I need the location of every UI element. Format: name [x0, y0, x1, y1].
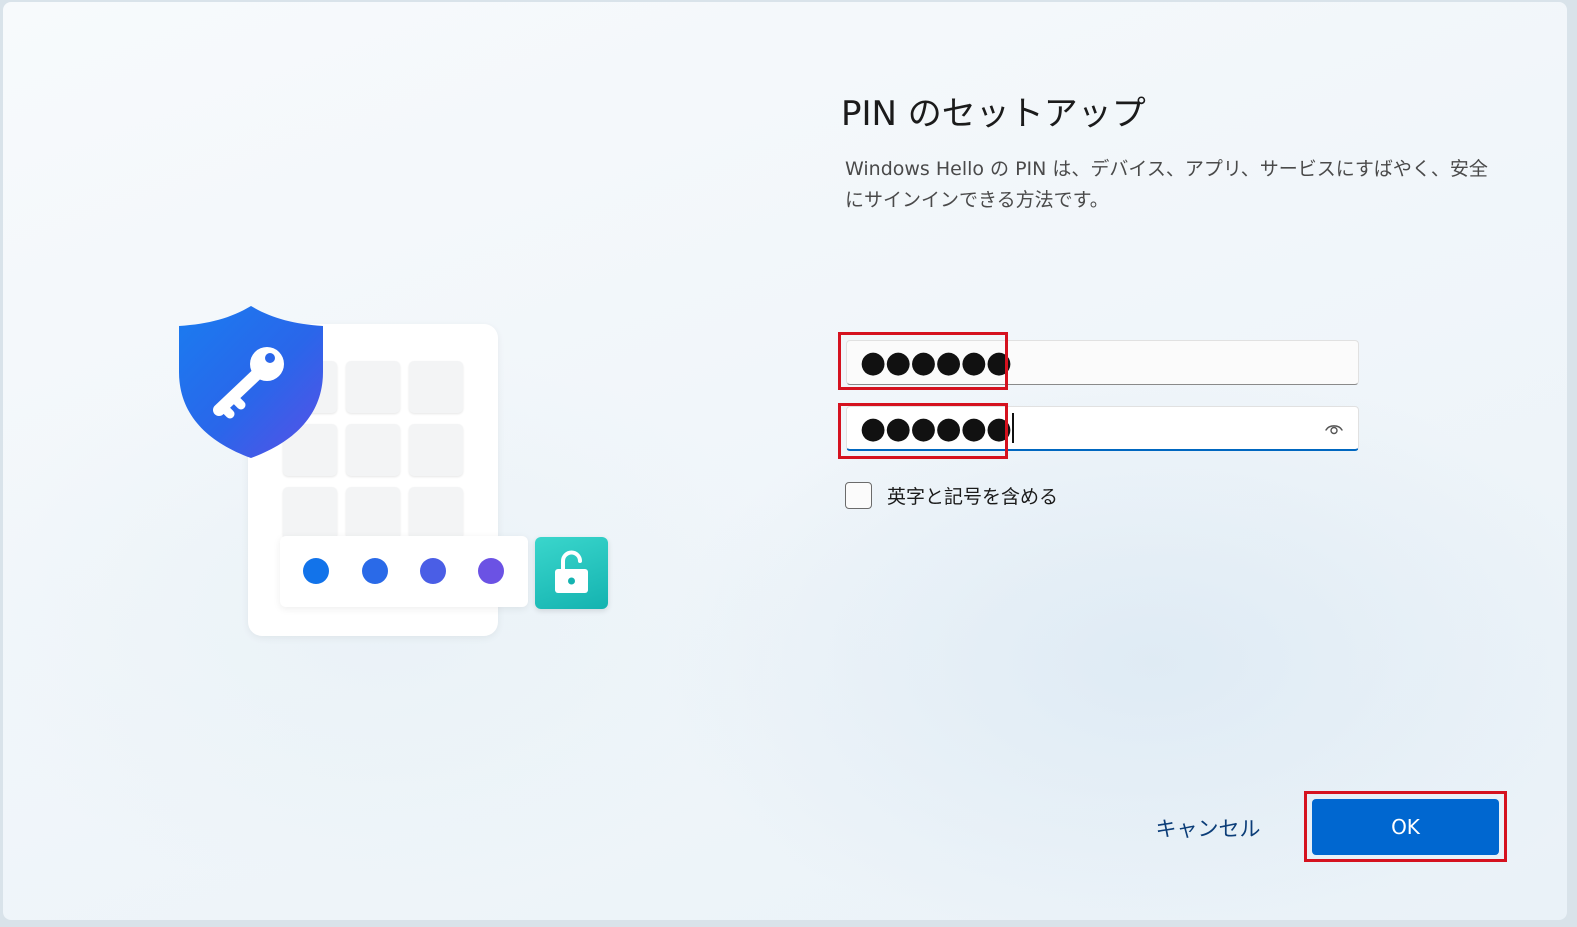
- ok-button[interactable]: OK: [1312, 799, 1499, 855]
- include-letters-checkbox[interactable]: 英字と記号を含める: [845, 480, 1058, 510]
- pin-input-value: ●●●●●●: [860, 345, 1012, 380]
- pin-input[interactable]: ●●●●●●: [846, 340, 1359, 385]
- page-title: PIN のセットアップ: [841, 94, 1146, 134]
- keypad-key: [409, 424, 463, 476]
- pin-dot: [420, 558, 446, 584]
- keypad-key: [409, 487, 463, 539]
- eye-icon[interactable]: [1324, 419, 1344, 439]
- keypad-key: [346, 361, 400, 413]
- confirm-pin-input[interactable]: ●●●●●●: [846, 406, 1359, 451]
- keypad-key: [283, 487, 337, 539]
- description-text: Windows Hello の PIN は、デバイス、アプリ、サービスにすばやく…: [845, 158, 1488, 211]
- pin-dot: [478, 558, 504, 584]
- keypad-key: [346, 424, 400, 476]
- pin-dot: [303, 558, 329, 584]
- checkbox-label: 英字と記号を含める: [887, 485, 1059, 508]
- shield-key-icon: [175, 302, 327, 460]
- unlock-icon: [535, 537, 608, 609]
- keypad-key: [346, 487, 400, 539]
- pin-dot: [362, 558, 388, 584]
- confirm-pin-input-value: ●●●●●●: [860, 411, 1015, 447]
- pin-setup-dialog: PIN のセットアップ Windows Hello の PIN は、デバイス、ア…: [3, 2, 1567, 920]
- checkbox-box[interactable]: [845, 481, 872, 509]
- text-caret: [1012, 413, 1015, 443]
- keypad-key: [409, 361, 463, 413]
- cancel-button[interactable]: キャンセル: [1143, 807, 1273, 849]
